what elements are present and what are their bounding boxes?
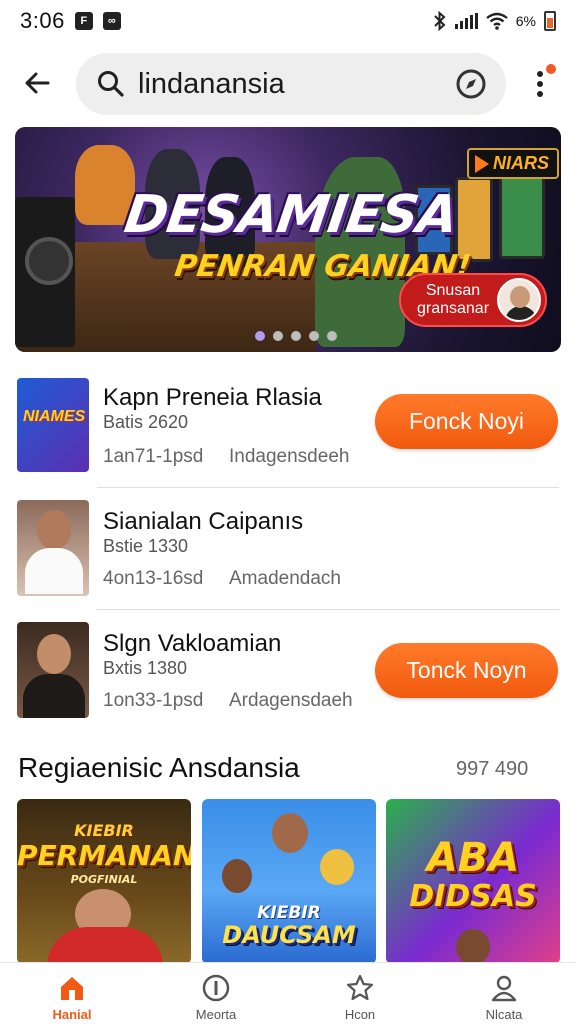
promo-pill[interactable]: Snusan gransanar (399, 273, 547, 327)
app-notification-icon: ∞ (102, 12, 121, 30)
card-top-text: ABA (426, 835, 520, 881)
card-title: DAUCSAM (222, 921, 356, 949)
status-icons: 6% (433, 11, 556, 31)
app-subtitle: Bxtis 1380 (103, 658, 188, 678)
carousel-dot[interactable] (273, 331, 283, 341)
section-title: Regiaenisic Ansdansia (18, 752, 300, 783)
search-icon (98, 71, 124, 97)
list-item[interactable]: Slgn Vakloamian Bxtis 1380 1on33-1psd Ar… (0, 616, 576, 738)
wifi-icon (486, 12, 508, 30)
app-thumbnail: NIAMES (17, 378, 89, 472)
bottom-navigation: Hanial Meorta Hcon Nlcata (0, 962, 576, 1024)
divider (97, 487, 559, 488)
app-meta: Amadendach (229, 568, 341, 589)
app-thumbnail (17, 622, 89, 718)
status-time: 3:06 (20, 8, 65, 33)
star-icon (346, 974, 374, 1001)
game-card[interactable]: KIEBIR DAUCSAM (202, 799, 376, 964)
app-title: Slgn Vakloamian (103, 630, 282, 657)
divider (97, 609, 559, 610)
install-button[interactable]: Fonck Noyi (375, 394, 558, 449)
list-item[interactable]: Sianialan Caipanıs Bstie 1330 4on13-16sd… (0, 494, 576, 616)
app-meta: 1on33-1psd (103, 690, 204, 711)
game-card[interactable]: KIEBIR PERMANAN POGFINIAL (17, 799, 191, 964)
nav-item-favorites[interactable]: Hcon (288, 963, 432, 1024)
info-icon (202, 974, 230, 1002)
carousel-dot[interactable] (291, 331, 301, 341)
search-input[interactable]: lindanansia (138, 68, 454, 101)
app-subtitle: Bstie 1330 (103, 536, 189, 556)
card-top-text: KIEBIR (257, 903, 321, 923)
search-header: lindanansia (0, 44, 576, 124)
banner-screen (499, 167, 545, 259)
play-icon (475, 154, 489, 173)
home-icon (61, 977, 83, 1000)
compass-icon[interactable] (454, 67, 488, 101)
install-button[interactable]: Tonck Noyn (375, 643, 558, 698)
nav-label: Nlcata (485, 1007, 523, 1022)
bluetooth-icon (434, 11, 446, 31)
app-meta: Indagensdeeh (229, 446, 350, 467)
speaker-graphic (15, 197, 75, 347)
carousel-dot[interactable] (327, 331, 337, 341)
carousel-dot[interactable] (309, 331, 319, 341)
app-subtitle: Batis 2620 (103, 412, 189, 432)
app-title: Kapn Preneia Rlasia (103, 384, 322, 411)
card-title: DIDSAS (409, 879, 537, 914)
app-thumbnail (17, 500, 89, 596)
nav-label: Hcon (344, 1007, 376, 1022)
card-top-text: KIEBIR (74, 821, 134, 840)
banner-title: DESAMIESA (120, 185, 461, 245)
notification-badge (544, 62, 558, 76)
app-meta: 1an71-1psd (103, 446, 204, 467)
carousel-dot[interactable] (255, 331, 265, 341)
app-thumbnail-title: NIAMES (23, 408, 86, 425)
notification-icon: F (74, 12, 93, 30)
nav-item-profile[interactable]: Nlcata (432, 963, 576, 1024)
app-meta: 4on13-16sd (103, 568, 204, 589)
nav-item-home[interactable]: Hanial (0, 963, 144, 1024)
status-bar: 3:06 F ∞ 6% (0, 0, 576, 42)
promo-pill-text: Snusan gransanar (416, 282, 490, 317)
back-arrow-icon[interactable] (20, 66, 54, 100)
signal-icon (454, 13, 478, 29)
banner-tag: NIARS (467, 148, 560, 179)
banner-tag-label: NIARS (493, 153, 550, 173)
carousel-indicator[interactable] (255, 331, 337, 341)
card-subtitle: POGFINIAL (70, 873, 138, 886)
profile-icon (491, 975, 517, 1002)
card-title: PERMANAN (17, 839, 191, 872)
nav-label: Meorta (195, 1007, 237, 1022)
battery-icon (544, 11, 556, 31)
search-bar[interactable]: lindanansia (76, 53, 506, 115)
promo-banner[interactable]: DESAMIESA PENRAN GANIAN! NIARS Snusan gr… (15, 127, 561, 352)
section-count: 997 490 (456, 758, 529, 780)
game-card[interactable]: ABA DIDSAS (386, 799, 560, 964)
nav-label: Hanial (52, 1007, 92, 1022)
battery-text: 6% (515, 13, 536, 29)
avatar (497, 278, 541, 322)
app-title: Sianialan Caipanıs (103, 508, 304, 535)
app-meta: Ardagensdaeh (229, 690, 353, 711)
nav-item-info[interactable]: Meorta (144, 963, 288, 1024)
list-item[interactable]: NIAMES Kapn Preneia Rlasia Batis 2620 1a… (0, 372, 576, 494)
